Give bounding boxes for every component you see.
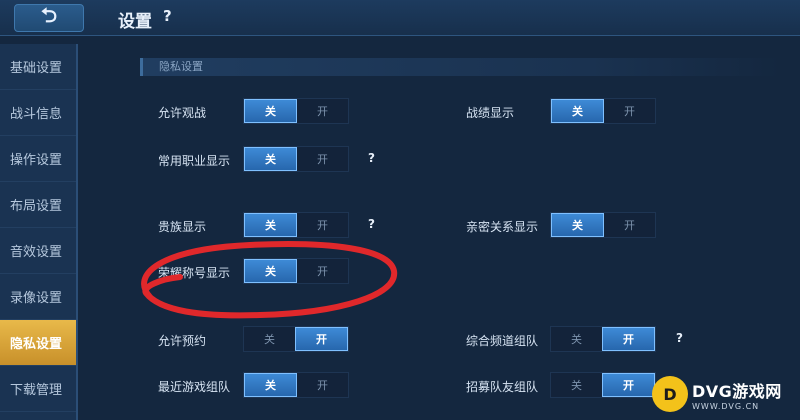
settings-sidebar: 基础设置 战斗信息 操作设置 布局设置 音效设置 录像设置 隐私设置 下载管理 [0,44,78,420]
toggle-on-option[interactable]: 开 [295,327,348,351]
site-watermark: D DVG游戏网 WWW.DVG.CN [652,372,796,416]
watermark-main-text: DVG游戏网 [692,381,782,401]
toggle-on-option[interactable]: 开 [297,99,348,123]
top-bar: ⮌ 设置 ? [0,0,800,36]
sidebar-item-sound[interactable]: 音效设置 [0,228,76,274]
label-recent-team: 最近游戏组队 [158,380,231,394]
sidebar-item-basic[interactable]: 基础设置 [0,44,76,90]
sidebar-item-privacy[interactable]: 隐私设置 [0,320,76,366]
toggle-allow-spectate[interactable]: 关 开 [243,98,349,124]
watermark-logo-icon: D [652,376,688,412]
help-icon[interactable]: ? [368,217,375,231]
sidebar-item-replay[interactable]: 录像设置 [0,274,76,320]
toggle-off-option[interactable]: 关 [551,213,604,237]
toggle-on-option[interactable]: 开 [604,99,655,123]
label-noble-display: 贵族显示 [158,220,207,234]
label-common-role-display: 常用职业显示 [158,154,231,168]
toggle-off-option[interactable]: 关 [244,373,297,397]
section-header-privacy: 隐私设置 [140,58,780,76]
toggle-allow-reservation[interactable]: 关 开 [243,326,349,352]
toggle-intimate-display[interactable]: 关 开 [550,212,656,238]
toggle-common-role-display[interactable]: 关 开 [243,146,349,172]
label-channel-team: 综合频道组队 [466,334,539,348]
label-intimate-display: 亲密关系显示 [466,220,539,234]
label-recruit-team: 招募队友组队 [466,380,539,394]
toggle-on-option[interactable]: 开 [297,147,348,171]
toggle-off-option[interactable]: 关 [244,147,297,171]
label-record-display: 战绩显示 [466,106,515,120]
sidebar-item-controls[interactable]: 操作设置 [0,136,76,182]
toggle-on-option[interactable]: 开 [604,213,655,237]
toggle-recruit-team[interactable]: 关 开 [550,372,656,398]
toggle-on-option[interactable]: 开 [297,213,348,237]
toggle-off-option[interactable]: 关 [551,373,602,397]
toggle-on-option[interactable]: 开 [602,373,655,397]
label-allow-reservation: 允许预约 [158,334,207,348]
sidebar-item-battle-info[interactable]: 战斗信息 [0,90,76,136]
back-arrow-icon: ⮌ [40,3,58,27]
back-button[interactable]: ⮌ [14,3,84,32]
label-allow-spectate: 允许观战 [158,106,207,120]
help-icon[interactable]: ? [163,7,172,25]
toggle-off-option[interactable]: 关 [244,99,297,123]
toggle-on-option[interactable]: 开 [297,373,348,397]
page-title: 设置 [118,12,152,32]
toggle-channel-team[interactable]: 关 开 [550,326,656,352]
toggle-off-option[interactable]: 关 [244,327,295,351]
toggle-off-option[interactable]: 关 [551,327,602,351]
help-icon[interactable]: ? [368,151,375,165]
sidebar-item-downloads[interactable]: 下载管理 [0,366,76,412]
toggle-on-option[interactable]: 开 [602,327,655,351]
sidebar-item-layout[interactable]: 布局设置 [0,182,76,228]
toggle-recent-team[interactable]: 关 开 [243,372,349,398]
toggle-off-option[interactable]: 关 [244,213,297,237]
help-icon[interactable]: ? [676,331,683,345]
red-annotation-circle [141,241,398,319]
toggle-off-option[interactable]: 关 [551,99,604,123]
toggle-record-display[interactable]: 关 开 [550,98,656,124]
watermark-sub-text: WWW.DVG.CN [692,401,760,411]
